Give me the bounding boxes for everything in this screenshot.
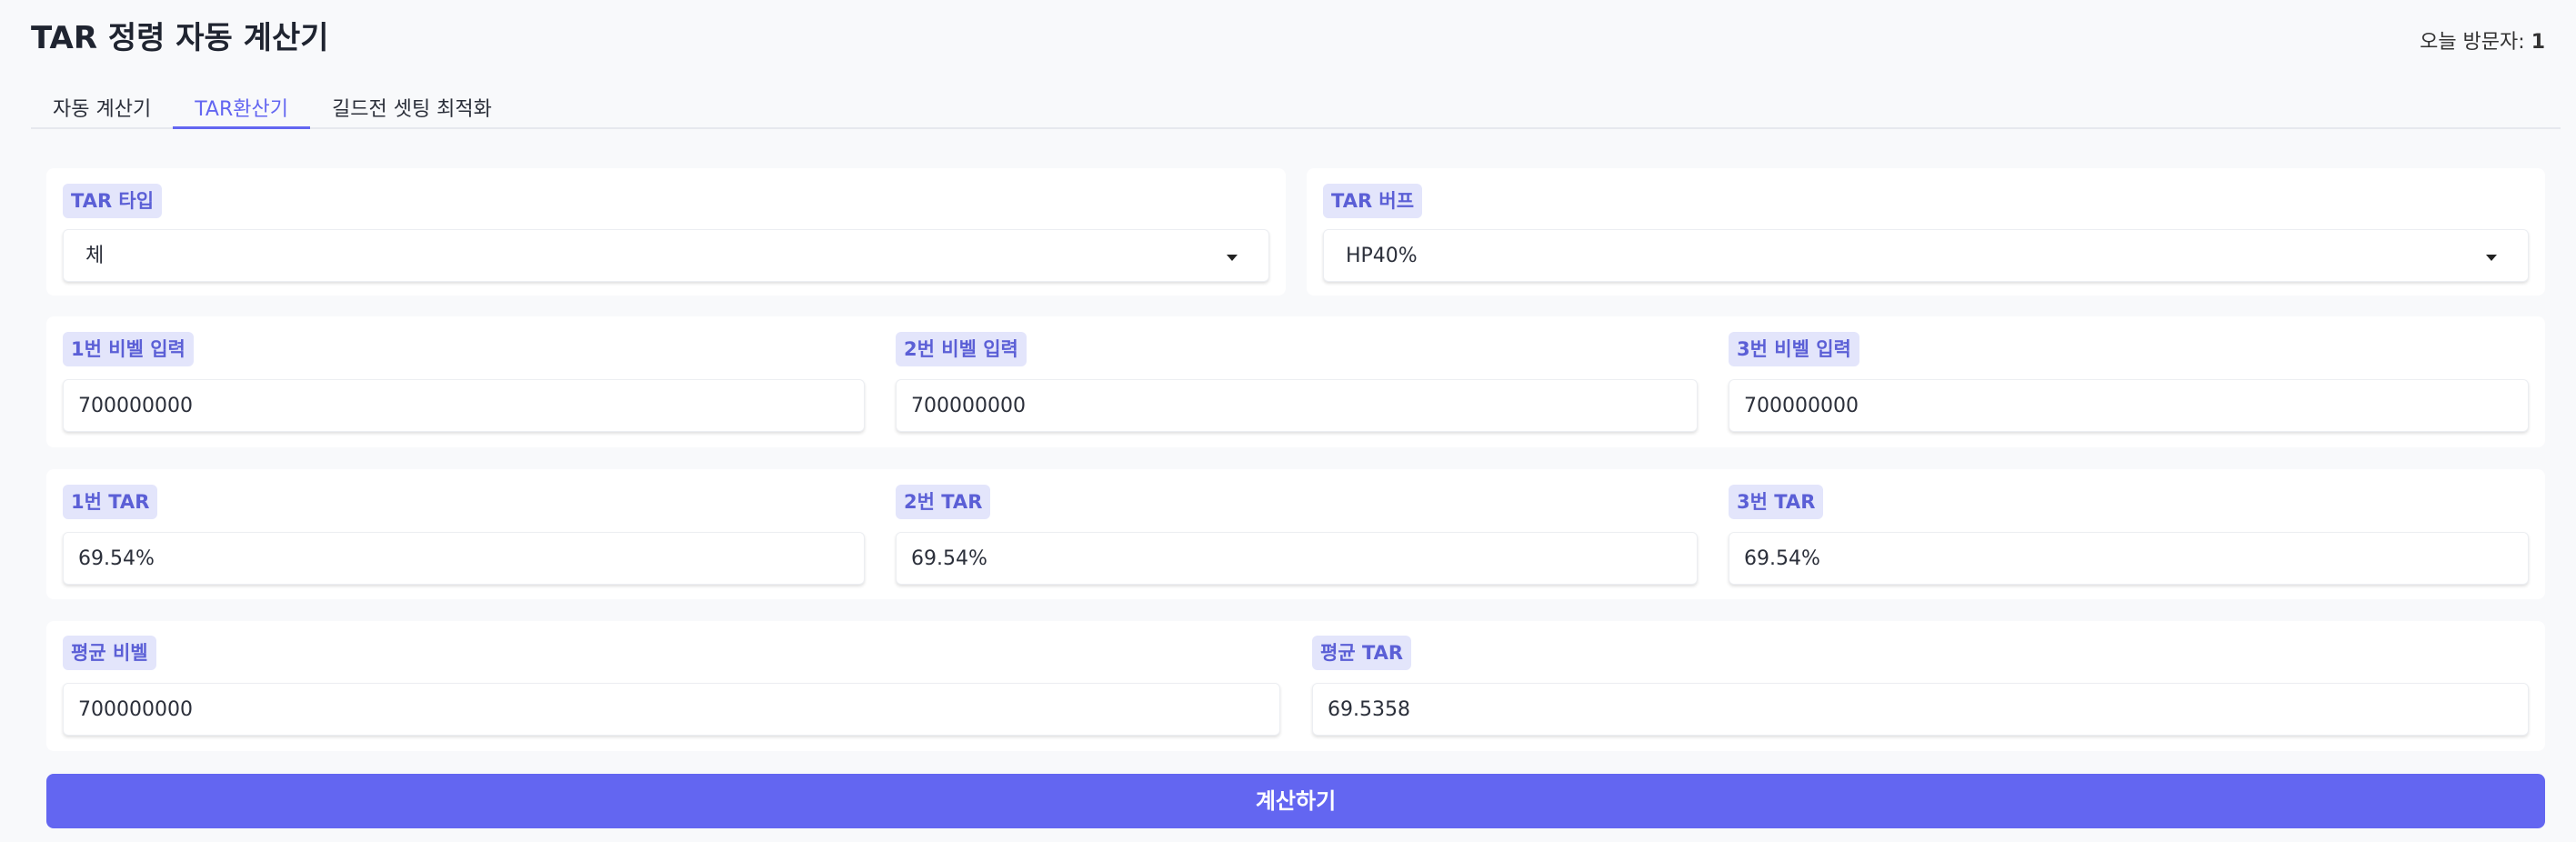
bibel-2-input[interactable]: 700000000	[896, 379, 1698, 432]
tar-buff-value: HP40%	[1346, 245, 1418, 267]
tab-auto-calculator[interactable]: 자동 계산기	[31, 82, 173, 129]
average-tar-label: 평균 TAR	[1312, 636, 1412, 670]
tar-buff-label: TAR 버프	[1323, 184, 1423, 218]
tab-tar-converter[interactable]: TAR환산기	[173, 82, 310, 129]
tar-type-label: TAR 타입	[63, 184, 163, 218]
visitor-label: 오늘 방문자:	[2420, 31, 2525, 54]
visitor-count: 1	[2531, 31, 2545, 54]
page-title: TAR 정령 자동 계산기	[31, 20, 329, 56]
bibel-3-label: 3번 비벨 입력	[1729, 332, 1859, 366]
bibel-1-label: 1번 비벨 입력	[63, 332, 194, 366]
tar-2-label: 2번 TAR	[896, 485, 991, 519]
tab-guild-war-optimizer[interactable]: 길드전 셋팅 최적화	[310, 82, 514, 129]
tar-type-select[interactable]: 체	[63, 229, 1269, 282]
tar-buff-select[interactable]: HP40%	[1323, 229, 2529, 282]
average-bibel-output: 700000000	[63, 683, 1280, 736]
bibel-2-label: 2번 비벨 입력	[896, 332, 1027, 366]
tar-2-output: 69.54%	[896, 532, 1698, 585]
tab-bar: 자동 계산기 TAR환산기 길드전 셋팅 최적화	[31, 82, 2561, 129]
average-tar-output: 69.5358	[1312, 683, 2529, 736]
tar-1-output: 69.54%	[63, 532, 865, 585]
chevron-down-icon	[1227, 255, 1238, 261]
average-bibel-label: 평균 비벨	[63, 636, 156, 670]
visitor-counter: 오늘 방문자: 1	[2420, 25, 2545, 55]
tar-3-label: 3번 TAR	[1729, 485, 1824, 519]
chevron-down-icon	[2486, 255, 2497, 261]
tar-1-label: 1번 TAR	[63, 485, 158, 519]
tar-type-value: 체	[85, 245, 105, 267]
bibel-3-input[interactable]: 700000000	[1729, 379, 2529, 432]
bibel-1-input[interactable]: 700000000	[63, 379, 865, 432]
tar-3-output: 69.54%	[1729, 532, 2529, 585]
calculate-button[interactable]: 계산하기	[46, 774, 2545, 828]
